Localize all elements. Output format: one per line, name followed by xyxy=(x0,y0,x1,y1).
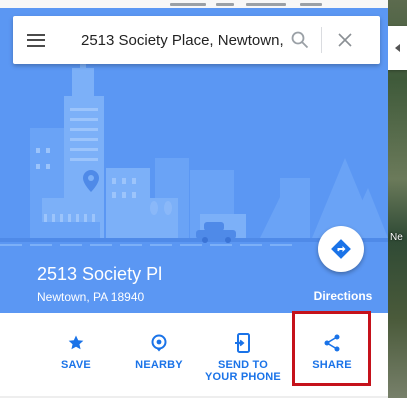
nearby-label: NEARBY xyxy=(135,359,183,371)
directions-button[interactable] xyxy=(318,226,364,272)
nearby-button[interactable]: NEARBY xyxy=(121,313,197,398)
location-pin-icon xyxy=(151,334,167,352)
star-icon xyxy=(68,335,84,350)
send-to-phone-label: SEND TO YOUR PHONE xyxy=(205,359,281,383)
clear-search-button[interactable] xyxy=(322,16,368,64)
menu-button[interactable] xyxy=(13,16,59,64)
search-input[interactable] xyxy=(59,16,285,64)
magnifier-icon xyxy=(291,31,309,49)
close-x-icon xyxy=(338,33,352,47)
clipped-top-strip xyxy=(0,0,388,8)
directions-label[interactable]: Directions xyxy=(305,289,381,303)
share-highlight-box xyxy=(292,311,371,386)
hamburger-menu-icon xyxy=(27,33,45,47)
save-button[interactable]: SAVE xyxy=(38,313,114,398)
save-label: SAVE xyxy=(61,359,91,371)
search-button[interactable] xyxy=(285,16,315,64)
directions-arrow-icon xyxy=(331,239,351,259)
chevron-left-icon xyxy=(395,44,400,52)
place-panel: 2513 Society Pl Newtown, PA 18940 Direct… xyxy=(0,0,388,398)
send-to-phone-icon xyxy=(235,333,250,353)
send-to-phone-button[interactable]: SEND TO YOUR PHONE xyxy=(200,313,286,398)
collapse-panel-button[interactable] xyxy=(388,26,407,70)
maps-window: Ne 2513 Society Place, Newtown, PA 2513 … xyxy=(0,0,407,398)
map-place-label: Ne xyxy=(390,232,403,243)
search-box xyxy=(13,16,380,64)
place-address: Newtown, PA 18940 xyxy=(37,290,145,304)
place-title: 2513 Society Pl xyxy=(37,264,163,284)
